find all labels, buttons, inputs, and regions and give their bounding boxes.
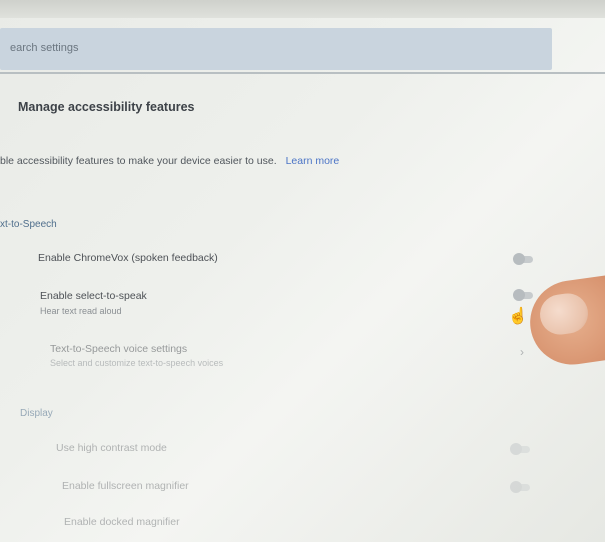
chevron-right-icon[interactable]: › <box>520 345 524 359</box>
row-fullscreen-magnifier-label[interactable]: Enable fullscreen magnifier <box>62 480 189 492</box>
row-select-to-speak-sub: Hear text read aloud <box>40 306 122 316</box>
row-tts-voice-label[interactable]: Text-to-Speech voice settings <box>50 343 187 355</box>
intro-text: ble accessibility features to make your … <box>0 155 277 167</box>
select-to-speak-toggle[interactable] <box>513 289 533 301</box>
settings-screen: earch settings Manage accessibility feat… <box>0 0 605 542</box>
group-label-tts: xt-to-Speech <box>0 219 57 230</box>
search-bar[interactable]: earch settings <box>0 28 552 70</box>
header-divider <box>0 72 605 74</box>
hand-cursor-icon: ☝ <box>508 308 528 325</box>
row-docked-magnifier-label[interactable]: Enable docked magnifier <box>64 516 180 528</box>
group-label-display: Display <box>20 408 53 419</box>
high-contrast-toggle[interactable] <box>510 443 530 455</box>
chromevox-toggle[interactable] <box>513 253 533 265</box>
section-title: Manage accessibility features <box>18 100 195 114</box>
row-high-contrast-label[interactable]: Use high contrast mode <box>56 442 167 454</box>
row-select-to-speak-label[interactable]: Enable select-to-speak <box>40 290 147 302</box>
search-input[interactable]: earch settings <box>10 42 78 54</box>
row-tts-voice-sub: Select and customize text-to-speech voic… <box>50 358 224 368</box>
section-intro: ble accessibility features to make your … <box>0 155 339 167</box>
fullscreen-magnifier-toggle[interactable] <box>510 481 530 493</box>
learn-more-link[interactable]: Learn more <box>286 155 340 167</box>
row-chromevox-label[interactable]: Enable ChromeVox (spoken feedback) <box>38 252 218 264</box>
screen-bezel <box>0 0 605 18</box>
